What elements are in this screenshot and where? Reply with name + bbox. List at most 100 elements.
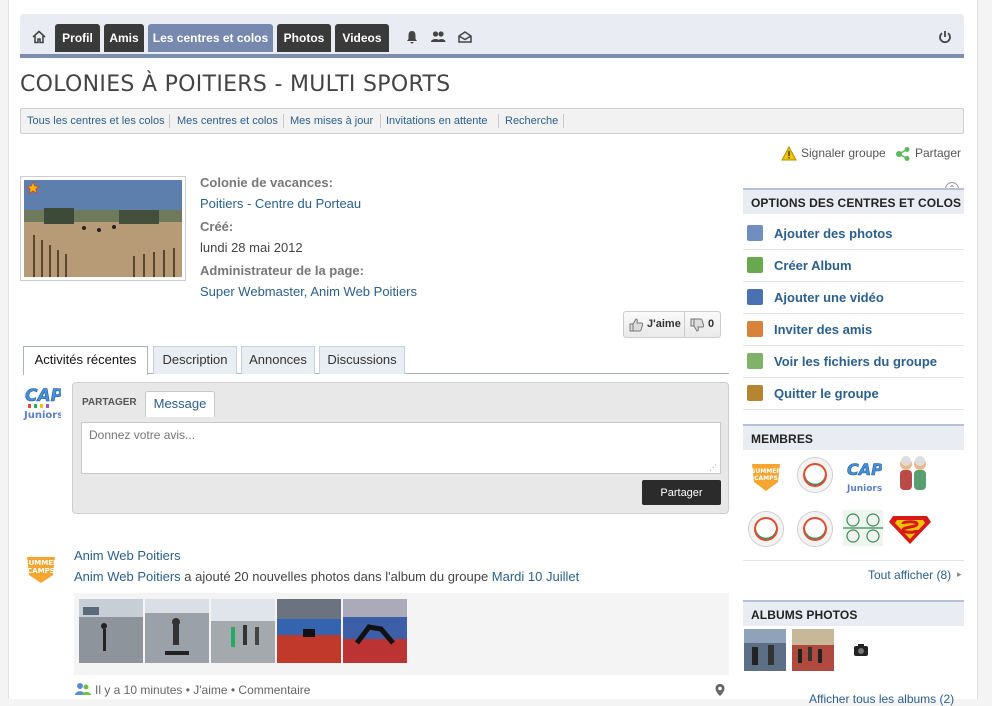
- camera-icon: [853, 643, 869, 660]
- thumbs-down-icon[interactable]: [689, 317, 705, 336]
- nav-profil[interactable]: Profil: [55, 24, 100, 52]
- page-title: COLONIES À POITIERS - MULTI SPORTS: [20, 72, 451, 97]
- created-value: lundi 28 mai 2012: [200, 240, 303, 255]
- sidebar-item-ajouter-video[interactable]: Ajouter une vidéo: [743, 282, 964, 314]
- nav-les-centres-et-colos[interactable]: Les centres et colos: [148, 24, 273, 52]
- message-tab[interactable]: Message: [145, 391, 215, 417]
- mail-icon[interactable]: [456, 28, 474, 46]
- member-avatar[interactable]: [889, 512, 931, 544]
- feed-actor-link[interactable]: Anim Web Poitiers: [74, 569, 181, 584]
- nav-amis[interactable]: Amis: [104, 24, 144, 52]
- share-link[interactable]: Partager: [915, 146, 961, 160]
- member-avatar[interactable]: [843, 510, 883, 546]
- like-button[interactable]: J'aime: [647, 318, 681, 330]
- top-navigation: Profil Amis Les centres et colos Photos …: [20, 14, 964, 58]
- feed-photo-strip: [74, 593, 729, 675]
- show-all-members-link[interactable]: Tout afficher (8): [868, 568, 951, 582]
- file-icon: [747, 353, 763, 369]
- group-tabs: Activités récentes Description Annonces …: [23, 346, 729, 375]
- members-divider: [743, 560, 964, 561]
- thumbs-up-icon[interactable]: [628, 317, 644, 336]
- tab-activites-recentes[interactable]: Activités récentes: [23, 346, 148, 375]
- location-pin-icon[interactable]: [715, 684, 725, 699]
- subnav-mes-centres[interactable]: Mes centres et colos: [177, 115, 278, 127]
- category-label: Colonie de vacances:: [200, 175, 333, 190]
- member-avatar[interactable]: [892, 454, 934, 496]
- sidebar-item-ajouter-photos[interactable]: Ajouter des photos: [743, 218, 964, 250]
- bell-icon[interactable]: [403, 28, 421, 46]
- author-avatar[interactable]: SUMMER CAMPS: [23, 549, 59, 585]
- category-value-link[interactable]: Poitiers - Centre du Porteau: [200, 196, 361, 211]
- svg-text:CAP: CAP: [25, 386, 61, 406]
- svg-text:CAP: CAP: [847, 460, 882, 479]
- exit-icon: [747, 385, 763, 401]
- power-icon[interactable]: [936, 28, 954, 46]
- feed-meta: Il y a 10 minutes • J'aime • Commentaire: [95, 683, 311, 697]
- feed-action-text: a ajouté 20 nouvelles photos dans l'albu…: [180, 569, 492, 584]
- share-icon: [895, 146, 911, 165]
- feed-activity-text: Anim Web Poitiers a ajouté 20 nouvelles …: [74, 569, 579, 584]
- user-avatar: CAP Juniors: [23, 381, 64, 421]
- member-avatar[interactable]: [749, 512, 783, 546]
- tab-annonces[interactable]: Annonces: [241, 346, 315, 374]
- like-box: J'aime 0: [623, 311, 721, 338]
- share-box: PARTAGER Message ⋰ Partager: [72, 382, 729, 514]
- album-thumbnail[interactable]: [792, 629, 834, 671]
- chevron-right-icon: ▸: [957, 570, 962, 580]
- svg-text:CAMPS: CAMPS: [27, 567, 55, 575]
- subnav-invitations[interactable]: Invitations en attente: [386, 115, 488, 127]
- sidebar-item-creer-album[interactable]: Créer Album: [743, 250, 964, 282]
- svg-text:CAMPS: CAMPS: [754, 475, 778, 482]
- show-all-albums-link[interactable]: Afficher tous les albums (2): [809, 692, 954, 706]
- feed-photo[interactable]: [343, 599, 407, 663]
- member-avatar[interactable]: CAP Juniors: [846, 456, 883, 494]
- admin-value-link[interactable]: Super Webmaster, Anim Web Poitiers: [200, 284, 417, 299]
- feed-album-link[interactable]: Mardi 10 Juillet: [492, 569, 579, 584]
- sidebar-item-voir-fichiers[interactable]: Voir les fichiers du groupe: [743, 346, 964, 378]
- feed-author-link[interactable]: Anim Web Poitiers: [74, 548, 181, 563]
- member-avatar[interactable]: SUMMER CAMPS: [749, 458, 783, 492]
- subnav: Tous les centres et les colos Mes centre…: [20, 108, 964, 134]
- resize-handle-icon[interactable]: ⋰: [709, 463, 717, 472]
- feed-photo[interactable]: [211, 599, 275, 663]
- comment-input[interactable]: [81, 422, 721, 474]
- svg-text:SUMMER: SUMMER: [24, 559, 59, 567]
- report-group-link[interactable]: Signaler groupe: [801, 146, 886, 160]
- page: Profil Amis Les centres et colos Photos …: [8, 0, 978, 706]
- users-icon[interactable]: [429, 28, 447, 46]
- svg-text:SUMMER: SUMMER: [751, 468, 781, 475]
- member-avatar[interactable]: [798, 458, 832, 492]
- tab-description[interactable]: Description: [153, 346, 237, 374]
- share-submit-button[interactable]: Partager: [642, 480, 721, 505]
- feed-photo[interactable]: [277, 599, 341, 663]
- created-label: Créé:: [200, 219, 234, 234]
- tab-discussions[interactable]: Discussions: [319, 346, 405, 374]
- feed-photo[interactable]: [79, 599, 143, 663]
- album-icon: [747, 257, 763, 273]
- admin-label: Administrateur de la page:: [200, 263, 364, 278]
- subnav-mes-mises-a-jour[interactable]: Mes mises à jour: [290, 115, 373, 127]
- subnav-tous-les-centres[interactable]: Tous les centres et les colos: [27, 115, 165, 127]
- sidebar-item-quitter-groupe[interactable]: Quitter le groupe: [743, 378, 964, 410]
- video-icon: [747, 289, 763, 305]
- friends-icon: [75, 682, 91, 699]
- sidebar-item-inviter-amis[interactable]: Inviter des amis: [743, 314, 964, 346]
- nav-videos[interactable]: Videos: [335, 24, 389, 52]
- member-avatar[interactable]: [798, 512, 832, 546]
- album-thumbnail[interactable]: [744, 629, 786, 671]
- nav-photos[interactable]: Photos: [277, 24, 331, 52]
- share-label: PARTAGER: [82, 397, 137, 408]
- group-photo: [20, 176, 186, 281]
- invite-icon: [747, 321, 763, 337]
- svg-text:Juniors: Juniors: [23, 410, 61, 421]
- feed-photo[interactable]: [145, 599, 209, 663]
- svg-text:Juniors: Juniors: [846, 484, 882, 494]
- home-icon[interactable]: [30, 28, 48, 46]
- warning-icon: [781, 145, 797, 164]
- featured-star-icon: [25, 181, 41, 198]
- members-title: MEMBRES: [743, 424, 964, 450]
- subnav-recherche[interactable]: Recherche: [505, 115, 558, 127]
- dislike-count: 0: [708, 318, 715, 330]
- albums-title: ALBUMS PHOTOS: [743, 600, 964, 626]
- photo-icon: [747, 225, 763, 241]
